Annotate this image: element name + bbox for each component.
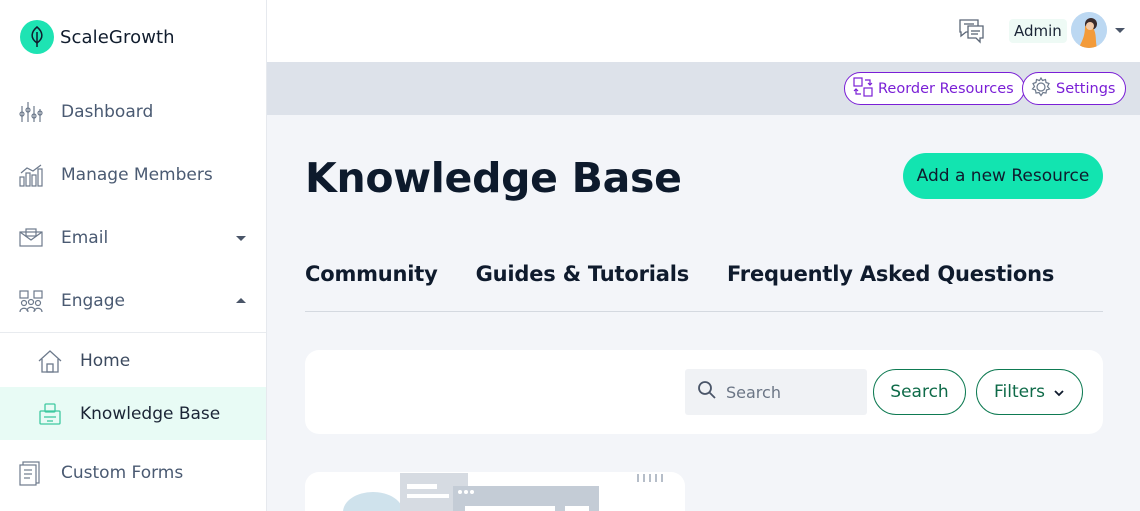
sidebar-item-engage[interactable]: Engage [0, 274, 266, 328]
knowledge-base-icon [37, 401, 63, 427]
search-panel: Search Filters [305, 350, 1103, 434]
email-icon [18, 225, 44, 251]
settings-label: Settings [1056, 80, 1116, 97]
chevron-up-icon [236, 298, 246, 303]
sidebar-item-label: Dashboard [61, 102, 154, 122]
engage-icon [18, 288, 44, 314]
members-chart-icon [18, 162, 44, 188]
brand-name: ScaleGrowth [60, 26, 175, 48]
content-tabs: Community Guides & Tutorials Frequently … [305, 262, 1092, 286]
sidebar-item-dashboard[interactable]: Dashboard [0, 85, 266, 139]
reorder-resources-label: Reorder Resources [878, 80, 1014, 97]
search-input[interactable] [726, 382, 856, 402]
brand[interactable]: ScaleGrowth [20, 20, 175, 54]
sidebar-item-email[interactable]: Email [0, 211, 266, 265]
reorder-resources-button[interactable]: Reorder Resources [844, 72, 1025, 105]
sidebar-item-label: Email [61, 228, 109, 248]
search-icon [697, 380, 717, 404]
resource-card[interactable] [305, 472, 685, 511]
home-icon [37, 348, 63, 374]
leaf-logo-icon [20, 20, 54, 54]
search-field[interactable] [685, 369, 867, 415]
forms-icon [18, 460, 44, 486]
sidebar-item-custom-forms[interactable]: Custom Forms [0, 446, 266, 500]
resource-thumbnail-illustration [343, 473, 663, 511]
sidebar-item-label: Knowledge Base [80, 403, 221, 424]
tab-guides-tutorials[interactable]: Guides & Tutorials [476, 262, 690, 286]
chevron-down-icon [236, 236, 246, 241]
sidebar: ScaleGrowth Dashboard Manage Members Ema… [0, 0, 267, 511]
sidebar-item-label: Custom Forms [61, 463, 184, 483]
tabs-divider [305, 311, 1103, 312]
settings-button[interactable]: Settings [1022, 72, 1127, 105]
tab-faq[interactable]: Frequently Asked Questions [727, 262, 1054, 286]
user-role-label[interactable]: Admin [1009, 19, 1067, 43]
tab-community[interactable]: Community [305, 262, 438, 286]
filters-label: Filters [994, 382, 1045, 402]
sidebar-divider [0, 332, 266, 333]
add-resource-button[interactable]: Add a new Resource [903, 153, 1103, 199]
sidebar-item-label: Home [80, 350, 131, 371]
toolbar-band: Reorder Resources Settings [267, 62, 1140, 115]
reorder-icon [853, 76, 873, 101]
search-button[interactable]: Search [873, 369, 966, 415]
dashboard-icon [18, 99, 44, 125]
page-title: Knowledge Base [305, 154, 682, 202]
sidebar-item-label: Engage [61, 291, 125, 311]
filters-button[interactable]: Filters [976, 369, 1083, 415]
sidebar-item-manage-members[interactable]: Manage Members [0, 148, 266, 202]
support-chat-icon[interactable] [956, 14, 986, 44]
chevron-down-icon [1053, 382, 1065, 402]
sidebar-item-knowledge-base[interactable]: Knowledge Base [0, 387, 266, 440]
chevron-down-icon[interactable] [1115, 28, 1125, 33]
avatar[interactable] [1071, 12, 1107, 48]
sidebar-item-label: Manage Members [61, 165, 213, 185]
gear-icon [1031, 76, 1051, 101]
top-bar: Admin [267, 0, 1140, 62]
sidebar-item-home[interactable]: Home [0, 334, 266, 387]
